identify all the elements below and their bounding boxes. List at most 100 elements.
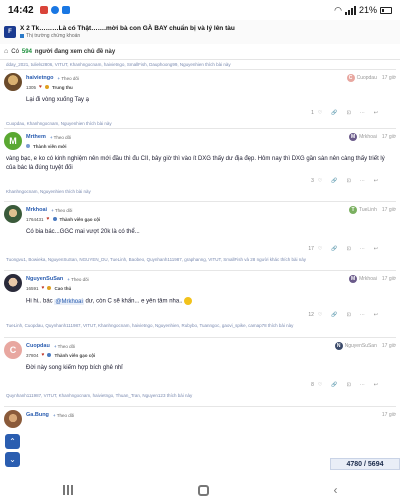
like-count[interactable]: 3 (311, 178, 314, 184)
reply-username: Mrkhoai (359, 134, 377, 140)
follow-button[interactable]: Theo dõi (53, 413, 75, 418)
bookmark-icon[interactable]: ⊡ (347, 312, 351, 318)
heart-icon: ♥ (41, 285, 45, 291)
like-count[interactable]: 12 (308, 312, 314, 318)
topic-title[interactable]: X 2 Tk………Là có Thật…….mời bà con GÀ BAY … (20, 25, 235, 33)
reply-username: TueLinh (358, 207, 377, 213)
likes-line[interactable]: Khanhngocnam, Nguyenhien thích bài này (0, 187, 400, 196)
avatar[interactable]: M (4, 132, 22, 150)
like-count[interactable]: 1 (311, 110, 314, 116)
back-icon[interactable]: ‹ (334, 483, 338, 497)
reply-icon[interactable]: ↩ (374, 382, 378, 388)
post-actions: 17 ♡ 🔗 ⊡ ⋯ ↩ (0, 243, 400, 255)
post-feed[interactable]: dday_2021, tuliels2806, VITUT, Khanhngoc… (0, 60, 400, 500)
reply-icon[interactable]: ↩ (374, 110, 378, 116)
reply-to[interactable]: C Cuopdau (346, 74, 377, 82)
bookmark-icon[interactable]: ⊡ (347, 110, 351, 116)
username[interactable]: Mrkhoai (26, 207, 47, 213)
follow-button[interactable]: Theo dõi (58, 76, 79, 81)
topic-header[interactable]: F X 2 Tk………Là có Thật…….mời bà con GÀ BA… (0, 20, 400, 44)
username[interactable]: NguyenSuSan (26, 276, 63, 282)
badge-icon (26, 144, 30, 148)
category-color-icon (20, 34, 24, 38)
post-time[interactable]: 17 giờ (382, 412, 396, 418)
like-count[interactable]: 17 (308, 246, 314, 252)
reply-icon[interactable]: ↩ (374, 178, 378, 184)
topic-category[interactable]: Thị trường chứng khoán (20, 33, 235, 39)
user-title: Thành viên gạo cội (54, 352, 96, 358)
username[interactable]: Ga.Bung (26, 412, 49, 418)
more-icon[interactable]: ⋯ (360, 110, 365, 116)
system-nav-bar: ‹ (0, 480, 400, 500)
link-icon[interactable]: 🔗 (331, 110, 337, 116)
signal-icon (344, 5, 356, 15)
avatar[interactable] (4, 410, 22, 428)
username[interactable]: Cuopdau (26, 343, 50, 349)
bookmark-icon[interactable]: ⊡ (347, 382, 351, 388)
reply-to[interactable]: N NguyenSuSan (334, 342, 377, 350)
link-icon[interactable]: 🔗 (331, 246, 337, 252)
badge-icon (52, 217, 57, 221)
post-time[interactable]: 17 giờ (382, 75, 396, 81)
viewers-count: 594 (21, 48, 32, 55)
post-text: Hi hi.. bác (26, 298, 55, 305)
viewers-prefix: Có (11, 48, 19, 55)
heart-icon[interactable]: ♡ (318, 312, 322, 318)
likes-line[interactable]: dday_2021, tuliels2806, VITUT, Khanhngoc… (0, 60, 400, 69)
bookmark-icon[interactable]: ⊡ (347, 178, 351, 184)
like-count[interactable]: 8 (311, 382, 314, 388)
avatar[interactable]: C (4, 341, 22, 359)
likes-line[interactable]: Tuongvu1, Bowieka, NguyenSuSan, NGUYEN_D… (0, 255, 400, 264)
likes-line[interactable]: Quynhanh111987, VITUT, Khanhngocnam, hai… (0, 391, 400, 400)
heart-icon[interactable]: ♡ (318, 178, 322, 184)
user-score: 1764431 (26, 216, 44, 222)
post: Ga.Bung Theo dõi 17 giờ (0, 407, 400, 428)
site-logo[interactable]: F (4, 26, 16, 38)
follow-button[interactable]: Theo dõi (54, 344, 76, 349)
reply-icon[interactable]: ↩ (374, 312, 378, 318)
post-time[interactable]: 17 giờ (382, 276, 396, 282)
reply-icon[interactable]: ↩ (374, 246, 378, 252)
topic-progress[interactable]: 4780 / 5694 (330, 458, 400, 470)
link-icon[interactable]: 🔗 (331, 178, 337, 184)
home-icon[interactable] (197, 484, 209, 496)
more-icon[interactable]: ⋯ (360, 312, 365, 318)
follow-button[interactable]: Theo dõi (67, 277, 89, 282)
avatar[interactable] (4, 205, 22, 223)
likes-line[interactable]: TueLinh, Cuopdau, Quynhanh111987, VITUT,… (0, 321, 400, 330)
username[interactable]: haivietngo (26, 75, 54, 81)
link-icon[interactable]: 🔗 (331, 312, 337, 318)
likes-line[interactable]: Cuopdau, Khanhngocnam, Nguyenhien thích … (0, 119, 400, 128)
follow-button[interactable]: Theo dõi (50, 135, 72, 140)
reply-avatar: M (349, 275, 358, 283)
post: NguyenSuSan Theo dõi M Mrkhoai 17 giờ 16… (0, 271, 400, 337)
avatar[interactable] (4, 274, 22, 292)
post-time[interactable]: 17 giờ (382, 207, 396, 213)
post-time[interactable]: 17 giờ (382, 343, 396, 349)
avatar[interactable] (4, 73, 22, 91)
reply-avatar: T (348, 206, 357, 214)
more-icon[interactable]: ⋯ (360, 382, 365, 388)
post-text: dư, còn C sẽ khấn... e yên tâm nha.. (83, 298, 183, 305)
heart-icon[interactable]: ♡ (318, 110, 322, 116)
more-icon[interactable]: ⋯ (360, 178, 365, 184)
reply-to[interactable]: M Mrkhoai (349, 133, 377, 141)
post-time[interactable]: 17 giờ (382, 134, 396, 140)
more-icon[interactable]: ⋯ (360, 246, 365, 252)
bookmark-icon[interactable]: ⊡ (347, 246, 351, 252)
viewers-label: người đang xem chủ đề này (34, 48, 116, 55)
chevron-up-icon: ⌃ (9, 437, 16, 446)
link-icon[interactable]: 🔗 (331, 382, 337, 388)
battery-icon (380, 6, 392, 14)
wifi-icon: ◠ (334, 4, 342, 15)
reply-to[interactable]: T TueLinh (348, 206, 377, 214)
scroll-down-button[interactable]: ⌄ (5, 452, 20, 467)
heart-icon[interactable]: ♡ (318, 382, 322, 388)
scroll-up-button[interactable]: ⌃ (5, 434, 20, 449)
heart-icon[interactable]: ♡ (318, 246, 322, 252)
reply-to[interactable]: M Mrkhoai (349, 275, 377, 283)
user-mention[interactable]: @Mrkhoai (54, 298, 84, 305)
username[interactable]: Mrthem (26, 134, 46, 140)
recent-apps-icon[interactable] (62, 485, 73, 495)
follow-button[interactable]: Theo dõi (51, 208, 73, 213)
